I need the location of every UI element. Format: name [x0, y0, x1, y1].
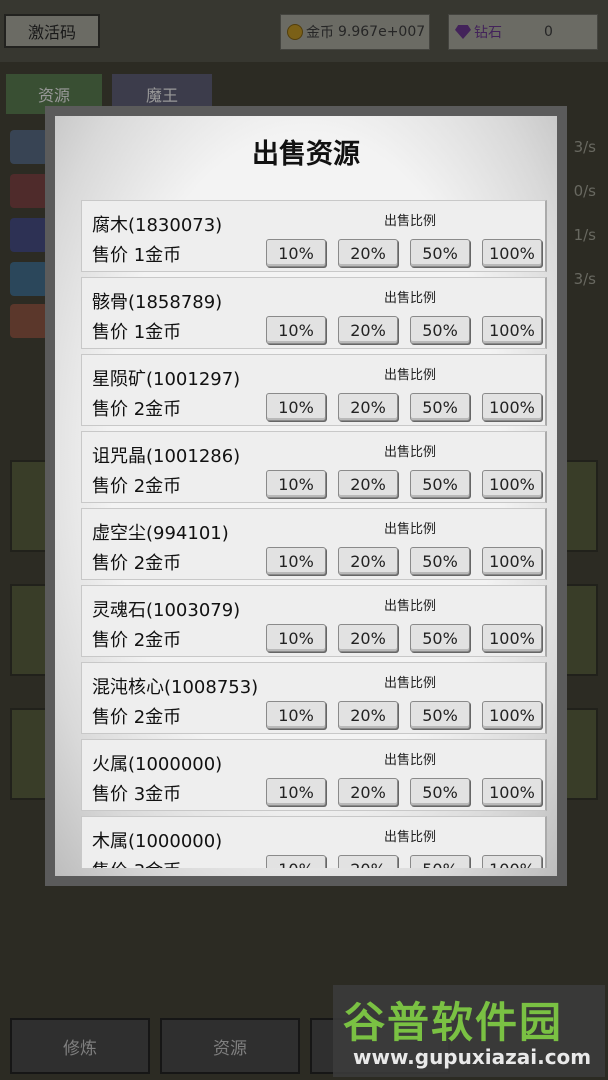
sell-10-button[interactable]: 10%: [266, 701, 326, 729]
sell-10-button[interactable]: 10%: [266, 393, 326, 421]
sell-20-button[interactable]: 20%: [338, 547, 398, 575]
list-item: 灵魂石(1003079) 出售比例 售价 2金币 10% 20% 50% 100…: [81, 585, 547, 657]
list-item: 木属(1000000) 出售比例 售价 3金币 10% 20% 50% 100%: [81, 816, 547, 868]
sell-20-button[interactable]: 20%: [338, 316, 398, 344]
resource-price: 售价 2金币: [92, 707, 182, 728]
resource-name: 混沌核心(1008753): [92, 677, 259, 698]
sell-ratio-label: 出售比例: [384, 368, 437, 383]
resource-name: 骸骨(1858789): [92, 292, 223, 313]
resource-price: 售价 2金币: [92, 399, 182, 420]
sell-ratio-label: 出售比例: [384, 830, 437, 845]
sell-ratio-label: 出售比例: [384, 676, 437, 691]
sell-100-button[interactable]: 100%: [482, 624, 542, 652]
resource-name: 木属(1000000): [92, 831, 223, 852]
list-item: 骸骨(1858789) 出售比例 售价 1金币 10% 20% 50% 100%: [81, 277, 547, 349]
sell-20-button[interactable]: 20%: [338, 855, 398, 868]
resource-price: 售价 2金币: [92, 630, 182, 651]
resource-price: 售价 3金币: [92, 857, 181, 868]
sell-10-button[interactable]: 10%: [266, 316, 326, 344]
sell-100-button[interactable]: 100%: [482, 239, 542, 267]
sell-100-button[interactable]: 100%: [482, 778, 542, 806]
list-item: 虚空尘(994101) 出售比例 售价 2金币 10% 20% 50% 100%: [81, 508, 547, 580]
sell-10-button[interactable]: 10%: [266, 624, 326, 652]
sell-resources-dialog: 出售资源 腐木(1830073) 出售比例 售价 1金币 10% 20% 50%…: [45, 106, 567, 886]
resource-name: 火属(1000000): [92, 754, 223, 775]
list-item: 腐木(1830073) 出售比例 售价 1金币 10% 20% 50% 100%: [81, 200, 547, 272]
resource-price: 售价 1金币: [92, 322, 182, 343]
sell-100-button[interactable]: 100%: [482, 855, 542, 868]
sell-20-button[interactable]: 20%: [338, 470, 398, 498]
sell-20-button[interactable]: 20%: [338, 778, 398, 806]
dialog-panel: 出售资源 腐木(1830073) 出售比例 售价 1金币 10% 20% 50%…: [55, 116, 557, 876]
sell-ratio-label: 出售比例: [384, 599, 437, 614]
sell-50-button[interactable]: 50%: [410, 624, 470, 652]
dialog-title: 出售资源: [252, 139, 360, 170]
watermark: 谷普软件园 www.gupuxiazai.com: [333, 985, 605, 1077]
sell-50-button[interactable]: 50%: [410, 239, 470, 267]
sell-10-button[interactable]: 10%: [266, 778, 326, 806]
sell-100-button[interactable]: 100%: [482, 547, 542, 575]
list-item: 火属(1000000) 出售比例 售价 3金币 10% 20% 50% 100%: [81, 739, 547, 811]
sell-20-button[interactable]: 20%: [338, 239, 398, 267]
sell-100-button[interactable]: 100%: [482, 470, 542, 498]
resource-price: 售价 1金币: [92, 245, 182, 266]
resource-name: 虚空尘(994101): [92, 523, 229, 544]
resource-price: 售价 2金币: [92, 553, 182, 574]
sell-50-button[interactable]: 50%: [410, 393, 470, 421]
sell-ratio-label: 出售比例: [384, 214, 437, 229]
sell-ratio-label: 出售比例: [384, 291, 437, 306]
resource-price: 售价 3金币: [92, 784, 182, 805]
resource-name: 诅咒晶(1001286): [92, 446, 241, 467]
sell-100-button[interactable]: 100%: [482, 393, 542, 421]
sell-50-button[interactable]: 50%: [410, 547, 470, 575]
sell-50-button[interactable]: 50%: [410, 855, 470, 868]
list-item: 混沌核心(1008753) 出售比例 售价 2金币 10% 20% 50% 10…: [81, 662, 547, 734]
resource-price: 售价 2金币: [92, 476, 182, 497]
sell-ratio-label: 出售比例: [384, 445, 437, 460]
sell-10-button[interactable]: 10%: [266, 239, 326, 267]
sell-10-button[interactable]: 10%: [266, 855, 326, 868]
sell-50-button[interactable]: 50%: [410, 470, 470, 498]
sell-100-button[interactable]: 100%: [482, 701, 542, 729]
resource-name: 星陨矿(1001297): [92, 369, 241, 390]
sell-10-button[interactable]: 10%: [266, 547, 326, 575]
sell-20-button[interactable]: 20%: [338, 393, 398, 421]
sell-10-button[interactable]: 10%: [266, 470, 326, 498]
sell-ratio-label: 出售比例: [384, 753, 437, 768]
sell-ratio-label: 出售比例: [384, 522, 437, 537]
watermark-title: 谷普软件园: [343, 998, 564, 1047]
sell-20-button[interactable]: 20%: [338, 701, 398, 729]
sell-50-button[interactable]: 50%: [410, 778, 470, 806]
sell-50-button[interactable]: 50%: [410, 701, 470, 729]
sell-50-button[interactable]: 50%: [410, 316, 470, 344]
list-item: 诅咒晶(1001286) 出售比例 售价 2金币 10% 20% 50% 100…: [81, 431, 547, 503]
sell-100-button[interactable]: 100%: [482, 316, 542, 344]
sell-20-button[interactable]: 20%: [338, 624, 398, 652]
resource-name: 腐木(1830073): [92, 215, 223, 236]
resource-name: 灵魂石(1003079): [92, 600, 241, 621]
watermark-url: www.gupuxiazai.com: [353, 1045, 592, 1069]
resource-list[interactable]: 腐木(1830073) 出售比例 售价 1金币 10% 20% 50% 100%…: [81, 200, 549, 868]
list-item: 星陨矿(1001297) 出售比例 售价 2金币 10% 20% 50% 100…: [81, 354, 547, 426]
